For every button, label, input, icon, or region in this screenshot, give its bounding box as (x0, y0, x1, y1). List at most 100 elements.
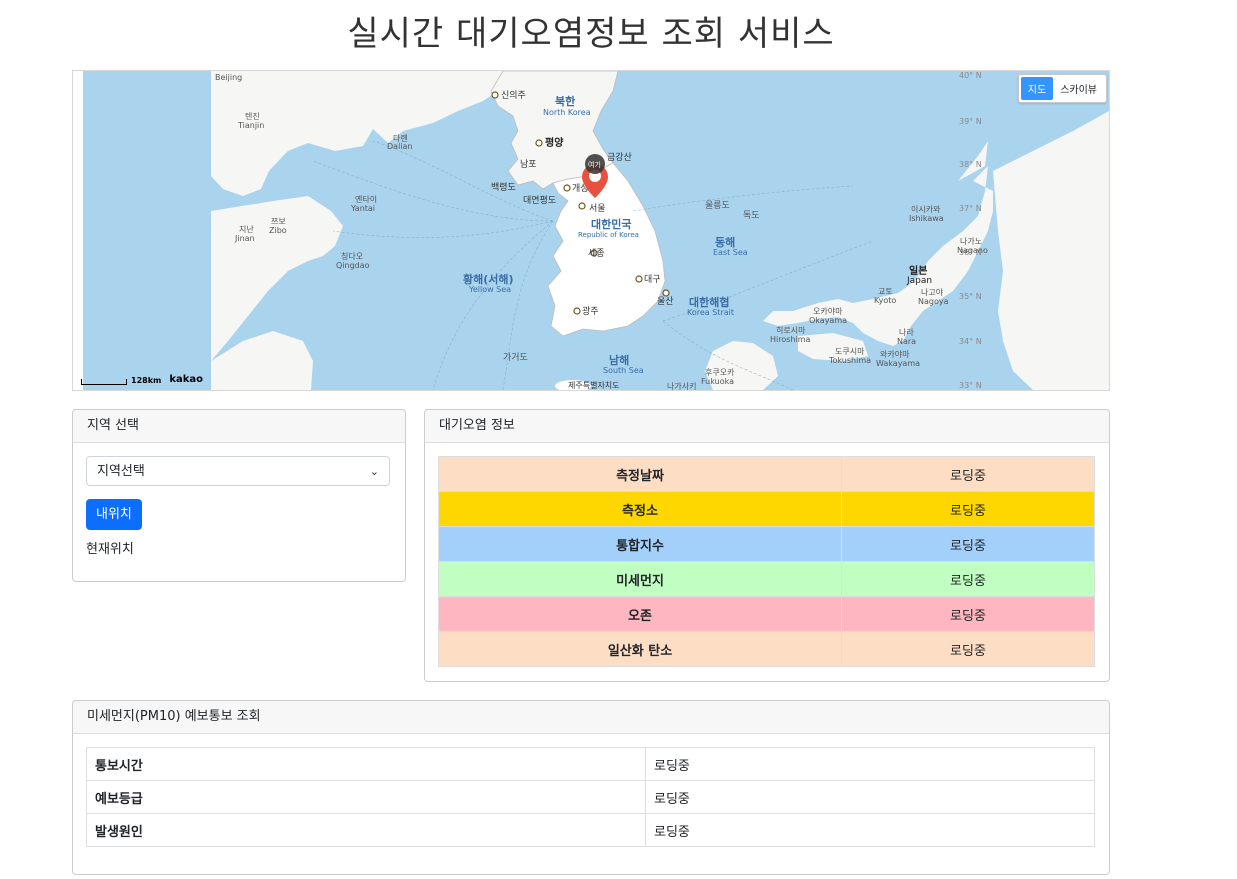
lat-tick: 39° N (959, 117, 982, 126)
label-ulsan: 울산 (657, 296, 674, 307)
row-value: 로딩중 (841, 456, 1095, 492)
air-pollution-card: 대기오염 정보 측정날짜 로딩중 측정소 로딩중 통합지수 로딩중 미세먼지 로… (424, 409, 1110, 682)
label-fukuoka: 후쿠오카 (705, 368, 735, 377)
label-dokdo: 독도 (743, 210, 760, 221)
scale-bar (81, 379, 127, 385)
map-edge-tile (73, 71, 83, 390)
label-east-sea-en: East Sea (713, 248, 748, 257)
map-view[interactable]: 40° N 39° N 38° N 37° N 36° N 35° N 34° … (72, 70, 1110, 391)
label-south-sea-en: South Sea (603, 366, 644, 375)
map-scale: 128km kakao (81, 374, 203, 385)
lat-tick: 33° N (959, 381, 982, 390)
current-location-text: 현재위치 (86, 542, 134, 557)
label-daeyeonpyeongdo: 대연평도 (523, 195, 556, 206)
row-value: 로딩중 (841, 596, 1095, 632)
label-yellow-sea: 황해(서해) (463, 272, 514, 286)
map-canvas[interactable]: 40° N 39° N 38° N 37° N 36° N 35° N 34° … (73, 71, 1109, 390)
table-row: 통합지수 로딩중 (438, 526, 1095, 562)
table-row: 일산화 탄소 로딩중 (438, 631, 1095, 667)
lat-tick: 37° N (959, 204, 982, 213)
label-pyongyang: 평양 (545, 136, 564, 149)
map-type-skyview-button[interactable]: 스카이뷰 (1053, 77, 1104, 100)
label-ishikawa: 이시카와 (911, 204, 941, 214)
region-select[interactable]: 지역선택 ⌄ (86, 456, 390, 486)
label-nagano-en: Nagano (957, 246, 988, 255)
label-jinan: 지난 (239, 225, 254, 234)
map-type-control: 지도 스카이뷰 (1017, 74, 1107, 103)
land-japan-east (993, 111, 1109, 390)
label-geumgangsan: 금강산 (607, 152, 632, 163)
row-value: 로딩중 (645, 747, 1095, 781)
table-row: 통보시간 로딩중 (86, 747, 1095, 781)
label-north-korea: 북한 (555, 94, 575, 108)
row-value: 로딩중 (841, 526, 1095, 562)
kakao-logo[interactable]: kakao (169, 374, 203, 385)
row-label: 측정날짜 (438, 456, 842, 492)
label-south-sea: 남해 (609, 353, 629, 367)
row-label: 측정소 (438, 491, 842, 527)
label-north-korea-en: North Korea (543, 108, 591, 117)
label-nampo: 남포 (520, 159, 537, 170)
row-label: 발생원인 (86, 813, 646, 847)
label-beijing: Beijing (215, 73, 242, 82)
label-nagoya-en: Nagoya (918, 297, 949, 306)
table-row: 미세먼지 로딩중 (438, 561, 1095, 597)
label-daegu: 대구 (644, 274, 661, 285)
row-value: 로딩중 (841, 561, 1095, 597)
label-nara-en: Nara (897, 337, 916, 346)
label-tokushima-en: Tokushima (828, 356, 871, 365)
label-ishikawa-en: Ishikawa (909, 214, 944, 223)
label-gwangju: 광주 (582, 305, 599, 317)
lat-tick: 35° N (959, 292, 982, 301)
row-value: 로딩중 (645, 813, 1095, 847)
label-kyoto-en: Kyoto (874, 296, 896, 305)
label-yantai: 옌타이 (355, 194, 377, 204)
row-label: 예보등급 (86, 780, 646, 814)
region-card: 지역 선택 지역선택 ⌄ 내위치 현재위치 (72, 409, 406, 582)
air-pollution-table: 측정날짜 로딩중 측정소 로딩중 통합지수 로딩중 미세먼지 로딩중 오존 로딩… (438, 456, 1095, 667)
label-tianjin-en: Tianjin (237, 121, 264, 130)
page-title: 실시간 대기오염정보 조회 서비스 (347, 14, 835, 54)
region-card-header: 지역 선택 (73, 410, 405, 443)
lat-tick: 34° N (959, 337, 982, 346)
label-qingdao: 칭다오 (341, 252, 363, 261)
label-nara: 나라 (899, 328, 914, 337)
my-location-button[interactable]: 내위치 (86, 499, 142, 530)
row-label: 미세먼지 (438, 561, 842, 597)
label-wakayama-en: Wakayama (876, 359, 920, 368)
row-label: 통합지수 (438, 526, 842, 562)
label-nagano: 나가노 (960, 237, 982, 246)
label-yantai-en: Yantai (350, 204, 375, 213)
row-label: 일산화 탄소 (438, 631, 842, 667)
row-label: 통보시간 (86, 747, 646, 781)
label-qingdao-en: Qingdao (336, 261, 370, 270)
air-card-header: 대기오염 정보 (425, 410, 1109, 443)
lat-tick: 38° N (959, 160, 982, 169)
label-south-korea: 대한민국 (591, 217, 631, 231)
forecast-table: 통보시간 로딩중 예보등급 로딩중 발생원인 로딩중 (86, 747, 1095, 847)
table-row: 발생원인 로딩중 (86, 813, 1095, 847)
label-wakayama: 와카야마 (880, 349, 910, 359)
label-zibo-en: Zibo (269, 226, 287, 235)
table-row: 측정날짜 로딩중 (438, 456, 1095, 492)
forecast-card: 미세먼지(PM10) 예보통보 조회 통보시간 로딩중 예보등급 로딩중 발생원… (72, 700, 1110, 875)
map-type-roadmap-button[interactable]: 지도 (1020, 77, 1054, 100)
region-select-value: 지역선택 (97, 464, 145, 479)
label-kyoto: 교토 (878, 287, 893, 296)
label-gageodo: 가거도 (503, 352, 528, 363)
table-row: 오존 로딩중 (438, 596, 1095, 632)
row-value: 로딩중 (841, 491, 1095, 527)
scale-label: 128km (131, 376, 162, 385)
label-south-korea-en: Republic of Korea (578, 231, 639, 239)
label-sinuiju: 신의주 (501, 90, 526, 101)
label-nagoya: 나고야 (921, 287, 944, 297)
forecast-card-header: 미세먼지(PM10) 예보통보 조회 (73, 701, 1109, 734)
table-row: 측정소 로딩중 (438, 491, 1095, 527)
label-tianjin: 텐진 (245, 111, 260, 121)
label-east-sea: 동해 (715, 235, 735, 249)
label-fukuoka-en: Fukuoka (701, 377, 734, 386)
label-okayama-en: Okayama (809, 316, 847, 325)
label-japan-en: Japan (906, 276, 932, 286)
label-baengnyeongdo: 백령도 (491, 181, 516, 193)
row-value: 로딩중 (841, 631, 1095, 667)
